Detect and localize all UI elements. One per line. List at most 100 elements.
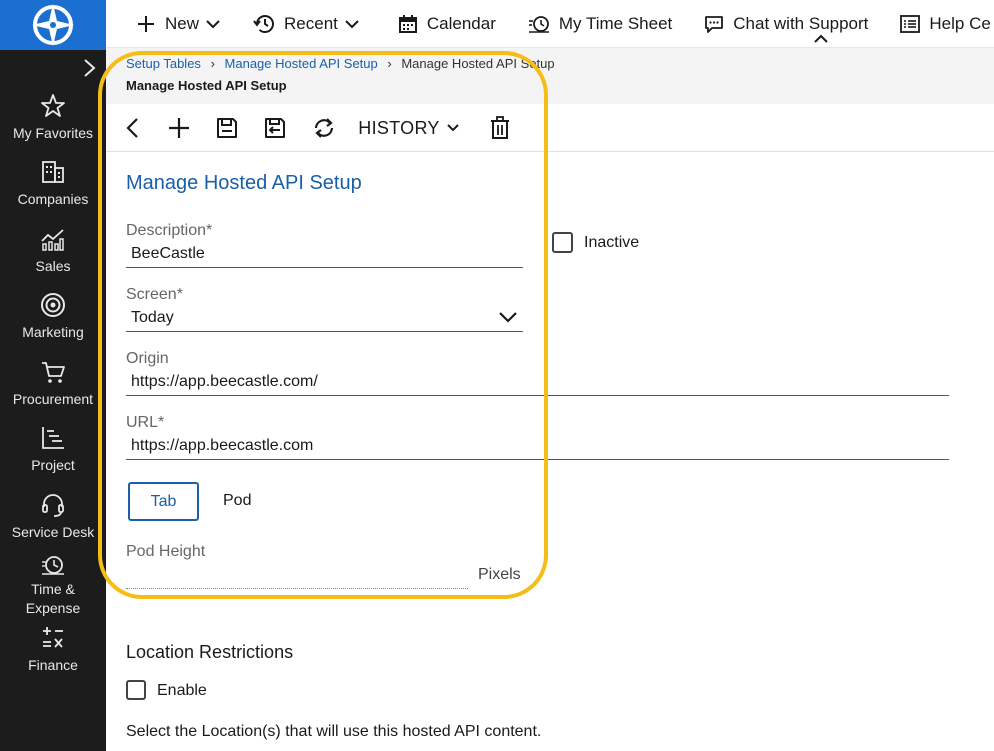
origin-underline	[126, 395, 949, 396]
sidebar-item-label: Sales	[35, 258, 71, 274]
my-time-sheet-label: My Time Sheet	[558, 13, 673, 33]
enable-label: Enable	[157, 682, 207, 699]
sidebar-item-project[interactable]: Project	[0, 424, 106, 475]
url-field[interactable]: https://app.beecastle.com	[131, 437, 313, 455]
chevron-down-icon[interactable]	[498, 310, 518, 324]
chevron-right-icon	[84, 59, 96, 77]
inactive-checkbox[interactable]	[552, 232, 573, 253]
help-center-label: Help Ce	[929, 13, 991, 33]
breadcrumb-manage-hosted-api[interactable]: Manage Hosted API Setup	[225, 56, 378, 71]
save-button[interactable]	[214, 114, 240, 142]
recent-menu[interactable]: Recent	[237, 0, 376, 47]
sidebar-item-time-expense[interactable]: Time & Expense	[0, 554, 106, 618]
new-menu[interactable]: New	[106, 0, 237, 47]
sidebar-item-service-desk[interactable]: Service Desk	[0, 491, 106, 542]
chat-bubble-icon	[705, 15, 724, 33]
form-title: Manage Hosted API Setup	[126, 172, 362, 194]
description-underline	[126, 267, 523, 268]
floppy-disk-icon	[217, 118, 237, 138]
target-icon	[41, 293, 65, 317]
origin-label: Origin	[126, 350, 169, 367]
building-icon	[42, 161, 64, 183]
description-field[interactable]: BeeCastle	[131, 245, 205, 263]
sidebar-item-label: Time &	[31, 581, 75, 597]
sidebar-item-label: Project	[31, 457, 75, 473]
help-center-link[interactable]: Help Ce	[884, 0, 994, 47]
chevron-left-icon	[126, 118, 138, 138]
sidebar-item-label: Marketing	[22, 324, 84, 340]
top-navigation-bar: New Recent Calendar My Time Sheet Chat w…	[106, 0, 994, 48]
screen-underline	[126, 331, 523, 332]
delete-button[interactable]	[488, 114, 512, 142]
back-button[interactable]	[120, 114, 144, 142]
sidebar-item-label-line2: Expense	[25, 600, 81, 616]
enable-checkbox[interactable]	[126, 680, 146, 700]
sidebar-item-marketing[interactable]: Marketing	[0, 291, 106, 342]
sidebar-item-finance[interactable]: Finance	[0, 626, 106, 675]
plus-icon	[138, 15, 154, 32]
chevron-down-icon	[345, 19, 359, 28]
save-close-icon	[265, 118, 285, 138]
sidebar-item-sales[interactable]: Sales	[0, 225, 106, 276]
my-time-sheet-link[interactable]: My Time Sheet	[512, 0, 688, 47]
sidebar-item-procurement[interactable]: Procurement	[0, 358, 106, 409]
chevron-down-icon	[206, 19, 220, 28]
sidebar-expand-button[interactable]	[80, 57, 100, 79]
chat-with-support-link[interactable]: Chat with Support	[688, 0, 884, 47]
sidebar-item-companies[interactable]: Companies	[0, 158, 106, 209]
calculator-icon	[43, 627, 63, 648]
cart-icon	[42, 362, 65, 383]
inactive-label: Inactive	[584, 234, 640, 251]
breadcrumb-separator: ›	[210, 56, 215, 71]
pixels-unit-label: Pixels	[478, 566, 521, 583]
refresh-button[interactable]	[310, 114, 338, 142]
recent-menu-label: Recent	[284, 13, 338, 33]
sidebar-item-label: Service Desk	[11, 524, 95, 540]
location-restrictions-heading: Location Restrictions	[126, 642, 294, 662]
page-title: Manage Hosted API Setup	[126, 78, 287, 93]
chat-with-support-label: Chat with Support	[733, 13, 869, 33]
add-button[interactable]	[166, 114, 192, 142]
sidebar-item-label: My Favorites	[12, 125, 94, 141]
refresh-icon	[314, 118, 334, 138]
breadcrumb-setup-tables[interactable]: Setup Tables	[126, 56, 201, 71]
history-menu-button[interactable]: HISTORY	[358, 114, 460, 142]
pod-height-label: Pod Height	[126, 543, 206, 560]
star-icon	[41, 94, 65, 117]
breadcrumb-bar: Setup Tables › Manage Hosted API Setup ›…	[106, 48, 994, 104]
sidebar-item-label: Procurement	[12, 391, 94, 407]
chevron-down-icon	[447, 124, 459, 132]
gantt-icon	[42, 427, 64, 449]
headset-icon	[42, 494, 64, 517]
list-icon	[900, 14, 921, 33]
calendar-link[interactable]: Calendar	[376, 0, 512, 47]
breadcrumb-current: Manage Hosted API Setup	[401, 56, 555, 71]
calendar-label: Calendar	[426, 13, 496, 33]
sidebar-item-my-favorites[interactable]: My Favorites	[0, 92, 106, 143]
description-label: Description*	[126, 222, 213, 239]
pod-option-button[interactable]: Pod	[223, 492, 251, 510]
tab-option-button[interactable]: Tab	[128, 482, 199, 521]
pod-height-field[interactable]	[126, 588, 468, 589]
chevron-up-icon	[814, 34, 828, 43]
sidebar: My Favorites Companies Sales Marketing P…	[0, 0, 106, 751]
app-logo[interactable]	[0, 0, 106, 50]
chart-up-icon	[41, 229, 64, 251]
location-description: Select the Location(s) that will use thi…	[126, 723, 542, 740]
breadcrumb: Setup Tables › Manage Hosted API Setup ›…	[126, 56, 555, 71]
save-and-close-button[interactable]	[262, 114, 288, 142]
calendar-icon	[398, 14, 417, 33]
url-underline	[126, 459, 949, 460]
origin-field[interactable]: https://app.beecastle.com/	[131, 373, 318, 391]
history-label: HISTORY	[358, 117, 440, 138]
url-label: URL*	[126, 414, 165, 431]
clock-money-icon	[42, 556, 64, 575]
screen-label: Screen*	[126, 286, 183, 303]
sidebar-item-label: Finance	[28, 657, 78, 673]
screen-select[interactable]: Today	[131, 309, 174, 327]
sidebar-item-label: Companies	[17, 191, 89, 207]
timesheet-icon	[528, 15, 549, 33]
history-clock-icon	[253, 14, 275, 33]
record-toolbar: HISTORY	[106, 104, 994, 152]
tab-option-label: Tab	[150, 492, 177, 510]
